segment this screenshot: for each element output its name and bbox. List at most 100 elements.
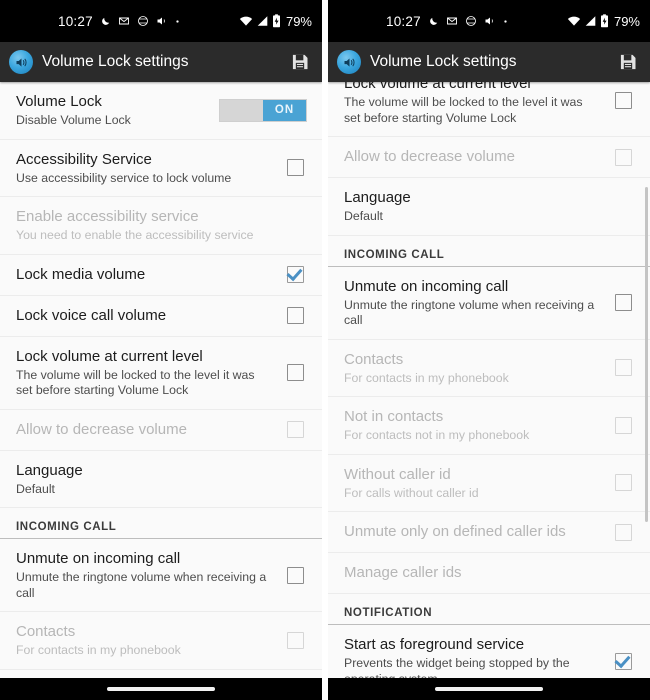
wifi-icon [567,15,581,27]
checkbox-unmute-only-on-defined-caller-ids [614,523,632,541]
save-floppy-icon[interactable] [617,51,639,73]
status-bar-right: 79% [567,0,640,42]
section-header-label: INCOMING CALL [344,248,445,261]
list-item-texts: Language Default [344,188,610,225]
checkbox-contacts [614,359,632,377]
list-item-subtitle: For contacts in my phonebook [344,370,509,385]
toggle-switch-volume-lock[interactable]: ON [219,98,307,122]
volume-app-icon [337,50,361,74]
checkbox-unmute-on-incoming-call[interactable] [614,294,632,311]
list-item-subtitle: Default [16,481,55,496]
app-bar: Volume Lock settings [0,42,322,82]
system-nav-bar [0,678,322,700]
list-item-title: Allow to decrease volume [344,148,515,165]
checkbox-accessibility-service[interactable] [286,159,304,177]
list-item-start-as-foreground-service[interactable]: Start as foreground service Prevents the … [328,625,650,678]
sleep-icon [465,15,477,27]
settings-list-left[interactable]: Volume Lock Disable Volume Lock ON Accessib… [0,82,322,678]
page-title: Volume Lock settings [370,53,517,70]
list-item-control [610,148,636,166]
list-item-language[interactable]: Language Default [328,178,650,236]
list-item-without-caller-id: Without caller id For calls without calle… [328,454,650,512]
list-item-texts: Allow to decrease volume [344,147,610,167]
save-floppy-icon[interactable] [289,51,311,73]
gesture-pill[interactable] [435,687,543,691]
toggle-thumb-on-label: ON [263,99,306,121]
list-item-texts: Accessibility Service Use accessibility s… [16,150,282,187]
list-item-subtitle: Unmute the ringtone volume when receivin… [344,297,595,328]
list-item-title: Unmute on incoming call [344,277,509,295]
list-item-allow-to-decrease-volume: Allow to decrease volume [328,137,650,178]
checkbox-not-in-contacts [614,416,632,434]
checkbox-start-as-foreground-service[interactable] [614,652,632,670]
list-item-control [610,359,636,377]
settings-list-inner-right: Lock volume at current level The volume w… [328,82,650,678]
list-item-manage-caller-ids: Manage caller ids [328,553,650,594]
section-header-notification: NOTIFICATION [328,594,650,625]
moon-dnd-icon [428,16,439,27]
checkbox-lock-voice-call-volume[interactable] [286,307,304,324]
list-item-title: Without caller id [344,465,451,483]
list-item-title: Lock voice call volume [16,306,167,324]
list-item-texts: Volume Lock Disable Volume Lock [16,92,218,129]
app-bar: Volume Lock settings [328,42,650,82]
gesture-pill[interactable] [107,687,215,691]
list-item-not-in-contacts: Not in contactsFor contacts not in my ph… [0,669,322,678]
list-item-language[interactable]: Language Default [0,450,322,508]
list-item-texts: Without caller id For calls without calle… [344,465,610,502]
checkbox-unmute-on-incoming-call[interactable] [286,566,304,584]
section-header-label: NOTIFICATION [344,607,433,619]
system-nav-bar [328,678,650,700]
list-item-subtitle: Default [344,209,383,223]
settings-list-inner-left: Volume Lock Disable Volume Lock ON Accessib… [0,82,322,678]
list-item-lock-media-volume[interactable]: Lock media volume [0,254,322,296]
cellular-signal-icon [584,15,597,27]
settings-list-right[interactable]: Lock volume at current level The volume w… [328,82,650,678]
moon-dnd-icon [100,16,111,27]
section-header-incoming-call: INCOMING CALL [328,235,650,267]
vertical-scrollbar[interactable] [645,187,648,522]
list-item-lock-volume-at-current-level[interactable]: Lock volume at current level The volume w… [0,336,322,410]
list-item-subtitle: For calls without caller id [344,485,479,500]
status-bar-right: 79% [239,0,312,42]
list-item-unmute-on-incoming-call[interactable]: Unmute on incoming call Unmute the ringto… [0,539,322,612]
list-item-texts: Language Default [16,461,282,498]
list-item-unmute-on-incoming-call[interactable]: Unmute on incoming call Unmute the ringto… [328,266,650,340]
list-item-control [282,266,308,283]
list-item-title: Contacts [344,350,404,368]
list-item-texts: Contacts For contacts in my phonebook [16,622,282,659]
checkbox-lock-media-volume[interactable] [286,266,304,283]
list-item-control [610,652,636,670]
list-item-texts: Manage caller ids [344,563,610,583]
list-item-title: Not in contacts [344,408,444,425]
list-item-texts: Unmute on incoming call Unmute the ringto… [344,277,610,329]
list-item-control [610,474,636,492]
list-item-volume-lock[interactable]: Volume Lock Disable Volume Lock ON [0,82,322,140]
status-bar: 10:27 79% [328,0,650,42]
checkbox-lock-volume-at-current-level[interactable] [286,364,304,381]
list-item-subtitle: The volume will be locked to the level i… [344,95,583,125]
right-phone-screen: 10:27 79% Volume Lock settings Lock volu… [328,0,650,700]
list-item-texts: Not in contacts For contacts not in my ph… [344,407,610,444]
list-item-control [610,416,636,434]
status-bar-left: 10:27 [58,14,180,29]
list-item-accessibility-service[interactable]: Accessibility Service Use accessibility s… [0,139,322,197]
list-item-allow-to-decrease-volume: Allow to decrease volume [0,409,322,451]
list-item-control [282,421,308,438]
battery-icon [600,14,609,28]
envelope-icon [446,15,458,27]
list-item-texts: Lock voice call volume [16,306,282,326]
checkbox-lock-volume-at-current-level[interactable] [614,91,632,109]
list-item-title: Lock media volume [16,265,146,283]
list-item-lock-voice-call-volume[interactable]: Lock voice call volume [0,295,322,337]
dot-icon [503,19,508,24]
battery-percentage: 79% [285,13,312,29]
list-item-not-in-contacts: Not in contactsFor contacts not in my ph… [328,397,650,455]
list-item-title: Manage caller ids [344,564,462,581]
list-item-control [610,294,636,311]
list-item-lock-volume-at-current-level[interactable]: Lock volume at current level The volume w… [328,82,650,137]
list-item-control [282,159,308,177]
list-item-title: Language [16,461,83,479]
list-item-title: Accessibility Service [16,150,152,168]
battery-percentage: 79% [613,13,640,29]
